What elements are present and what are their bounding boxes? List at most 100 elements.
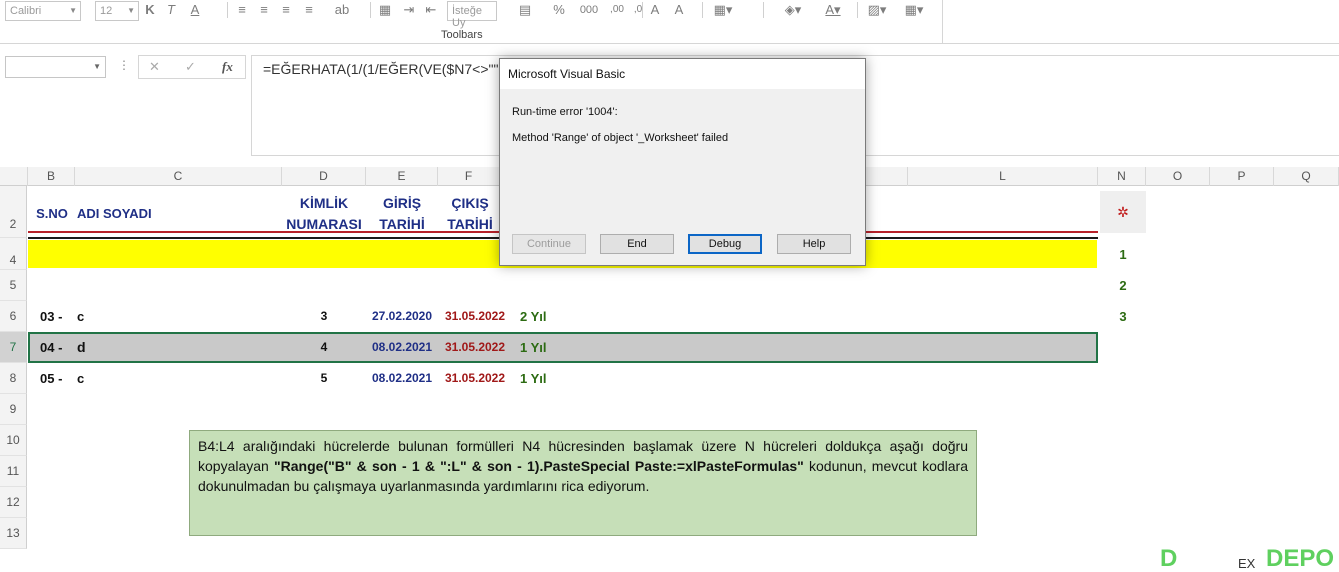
row-header[interactable]: 12: [0, 487, 27, 518]
indent-icon[interactable]: ⇥: [400, 1, 418, 19]
cell-cikis[interactable]: 31.05.2022: [440, 332, 510, 363]
fill-color-icon[interactable]: ◈▾: [778, 1, 808, 19]
cell-giris[interactable]: 27.02.2020: [366, 301, 438, 332]
cell-cikis[interactable]: 31.05.2022: [440, 301, 510, 332]
end-button[interactable]: End: [600, 234, 674, 254]
italic-icon[interactable]: T: [164, 1, 178, 19]
cell-name[interactable]: c: [77, 301, 84, 332]
toolbar-separator: [857, 2, 858, 18]
justify-icon[interactable]: ≡: [300, 1, 318, 19]
cell-sno[interactable]: 05 -: [40, 363, 62, 394]
borders-icon[interactable]: ▦▾: [706, 1, 740, 19]
font-size-select[interactable]: 12 ▼: [95, 1, 139, 21]
row-header[interactable]: 11: [0, 456, 27, 487]
row-header[interactable]: 6: [0, 301, 27, 332]
align-right-icon[interactable]: ≡: [277, 1, 295, 19]
row-header[interactable]: 2: [0, 186, 27, 238]
underline-icon[interactable]: A: [186, 1, 204, 19]
watermark-logo-right: DEPO: [1266, 545, 1335, 572]
cell-sno[interactable]: 03 -: [40, 301, 62, 332]
orientation-icon[interactable]: ab: [331, 1, 353, 19]
row-header[interactable]: 10: [0, 425, 27, 456]
debug-button[interactable]: Debug: [688, 234, 762, 254]
row-header[interactable]: 8: [0, 363, 27, 394]
column-header[interactable]: D: [282, 167, 366, 186]
percent-icon[interactable]: %: [550, 1, 568, 19]
toolbar-caption: Toolbars: [441, 29, 483, 41]
note-textbox[interactable]: B4:L4 aralığındaki hücrelerde bulunan fo…: [189, 430, 977, 536]
column-header[interactable]: C: [75, 167, 282, 186]
header-kimlik-1: KİMLİK: [299, 195, 349, 211]
merge-icon[interactable]: ▦: [376, 1, 394, 19]
column-header[interactable]: B: [28, 167, 75, 186]
formula-buttons: ✕ ✓ fx: [138, 55, 246, 79]
font-name-select[interactable]: Calibri ▼: [5, 1, 81, 21]
cell-giris[interactable]: 08.02.2021: [366, 332, 438, 363]
enter-icon[interactable]: ✓: [185, 59, 196, 75]
insert-function-icon[interactable]: fx: [222, 59, 233, 75]
header-giris-1: GİRİŞ: [382, 195, 422, 211]
toolbar-separator: [227, 2, 228, 18]
cell-giris[interactable]: 08.02.2021: [366, 363, 438, 394]
cell-kimlik[interactable]: 4: [282, 332, 366, 363]
increase-decimal-icon[interactable]: ,00: [607, 1, 627, 19]
column-header[interactable]: E: [366, 167, 438, 186]
wrap-text-select[interactable]: İsteğe Uy: [447, 1, 497, 29]
toolbar: Calibri ▼ 12 ▼ K T A ≡ ≡ ≡ ≡ ab ▦ ⇥ ⇤ İste…: [0, 0, 1339, 44]
dialog-title: Microsoft Visual Basic: [500, 59, 865, 89]
table-format-icon[interactable]: ▦▾: [899, 1, 929, 19]
grow-font-icon[interactable]: A: [646, 1, 664, 19]
n-value: 1: [1119, 247, 1127, 262]
column-header[interactable]: O: [1146, 167, 1210, 186]
row-header[interactable]: 4: [0, 238, 27, 270]
cell-name[interactable]: d: [77, 332, 86, 363]
chevron-down-icon: ▼: [93, 62, 101, 71]
decrease-decimal-icon[interactable]: ,0: [628, 1, 648, 19]
vba-error-dialog: Microsoft Visual Basic Run-time error '1…: [499, 58, 866, 266]
align-left-icon[interactable]: ≡: [233, 1, 251, 19]
row-header[interactable]: 13: [0, 518, 27, 549]
cancel-icon[interactable]: ✕: [149, 59, 160, 75]
font-color-icon[interactable]: A▾: [818, 1, 848, 19]
outdent-icon[interactable]: ⇤: [422, 1, 440, 19]
column-header[interactable]: Q: [1274, 167, 1339, 186]
cell-sure[interactable]: 2 Yıl: [520, 301, 547, 332]
number-format-icon[interactable]: ▤: [512, 1, 538, 19]
chevron-down-icon: ▼: [69, 6, 77, 15]
toolbar-separator: [370, 2, 371, 18]
sort-icon[interactable]: ✲: [1100, 191, 1146, 233]
select-all-corner[interactable]: [0, 167, 28, 186]
row-header[interactable]: 5: [0, 270, 27, 301]
more-icon: ⋮: [118, 58, 130, 72]
cell-sure[interactable]: 1 Yıl: [520, 363, 547, 394]
cell-cikis[interactable]: 31.05.2022: [440, 363, 510, 394]
thousands-icon[interactable]: 000: [575, 1, 603, 19]
cell-kimlik[interactable]: 5: [282, 363, 366, 394]
cell-sno[interactable]: 04 -: [40, 332, 62, 363]
watermark-small-text: EX: [1238, 556, 1256, 571]
header-adi-soyadi: ADI SOYADI: [77, 206, 152, 221]
conditional-format-icon[interactable]: ▨▾: [862, 1, 892, 19]
bold-icon[interactable]: K: [143, 1, 157, 19]
toolbar-separator: [702, 2, 703, 18]
column-header[interactable]: [866, 167, 908, 186]
help-button[interactable]: Help: [777, 234, 851, 254]
cell-sure[interactable]: 1 Yıl: [520, 332, 547, 363]
continue-button[interactable]: Continue: [512, 234, 586, 254]
row-header-selected[interactable]: 7: [0, 332, 27, 363]
row-header[interactable]: 9: [0, 394, 27, 425]
align-center-icon[interactable]: ≡: [255, 1, 273, 19]
column-header[interactable]: F: [438, 167, 500, 186]
column-header[interactable]: N: [1098, 167, 1146, 186]
column-header[interactable]: L: [908, 167, 1098, 186]
toolbar-separator: [763, 2, 764, 18]
watermark-logo-left: D: [1160, 545, 1178, 572]
selected-row[interactable]: [28, 332, 1098, 363]
cell-kimlik[interactable]: 3: [282, 301, 366, 332]
cell-name[interactable]: c: [77, 363, 84, 394]
column-header[interactable]: P: [1210, 167, 1274, 186]
font-name-value: Calibri: [10, 5, 42, 17]
dialog-error-code: Run-time error '1004':: [512, 106, 618, 118]
shrink-font-icon[interactable]: A: [670, 1, 688, 19]
name-box[interactable]: ▼: [5, 56, 106, 78]
